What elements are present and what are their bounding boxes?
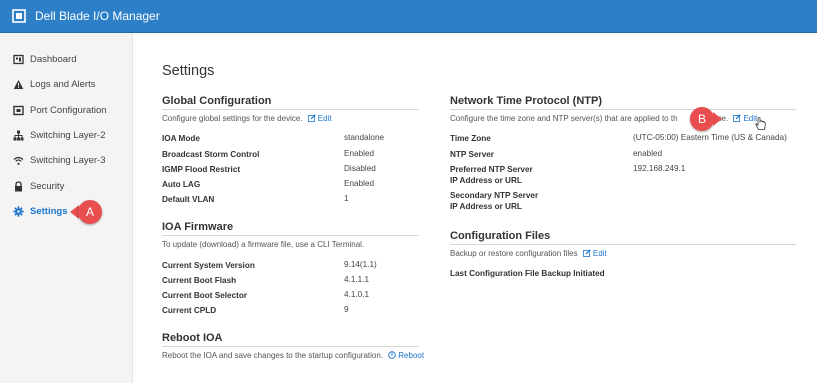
lock-icon [13,180,24,192]
current-boot-selector-value: 4.1.0.1 [344,290,370,299]
sidebar-item-label: Logs and Alerts [30,78,96,90]
secondary-ntp-server-label: Secondary NTP Server IP Address or URL [450,191,539,211]
current-boot-selector-label: Current Boot Selector [162,291,248,300]
firmware-description: To update (download) a firmware file, us… [162,240,365,249]
sidebar-item-switching-layer-3[interactable]: Switching Layer-3 [13,152,106,168]
ntp-heading: Network Time Protocol (NTP) [450,95,602,107]
broadcast-storm-control-value: Enabled [344,149,375,158]
firmware-heading: IOA Firmware [162,221,234,233]
current-cpld-value: 9 [344,305,349,314]
sidebar-item-label: Security [30,180,65,192]
callout-b-pointer [713,112,722,126]
default-vlan-value: 1 [344,194,349,203]
time-zone-label: Time Zone [450,134,491,143]
global-config-edit-link[interactable]: Edit [318,114,332,123]
sidebar-item-label: Port Configuration [30,104,107,116]
pointer-cursor-icon [755,117,766,130]
ioa-mode-value: standalone [344,133,385,142]
config-files-heading: Configuration Files [450,230,551,242]
preferred-ntp-server-label: Preferred NTP Server IP Address or URL [450,165,533,185]
sidebar-item-dashboard[interactable]: Dashboard [13,51,76,67]
firmware-divider [162,235,419,236]
network-icon [13,130,24,141]
page-title: Settings [162,63,215,79]
last-backup-label: Last Configuration File Backup Initiated [450,269,605,278]
config-files-description: Backup or restore configuration files Ed… [450,249,607,258]
config-files-divider [450,244,796,245]
default-vlan-label: Default VLAN [162,195,215,204]
ntp-server-label: NTP Server [450,150,494,159]
wifi-icon [13,155,24,166]
igmp-flood-restrict-label: IGMP Flood Restrict [162,165,241,174]
port-icon [13,105,24,116]
broadcast-storm-control-label: Broadcast Storm Control [162,150,260,159]
reboot-link[interactable]: Reboot [398,351,424,360]
preferred-ntp-server-value: 192.168.249.1 [633,164,686,173]
reboot-heading: Reboot IOA [162,332,223,344]
edit-icon[interactable] [307,114,316,122]
settings-content: Settings Global Configuration Configure … [133,33,817,383]
sidebar-item-label: Dashboard [30,53,77,65]
reboot-description: Reboot the IOA and save changes to the s… [162,351,425,360]
sidebar-item-settings[interactable]: Settings [13,203,67,219]
edit-icon[interactable] [733,114,742,122]
time-zone-value: (UTC-05:00) Eastern Time (US & Canada) [633,133,787,142]
current-boot-flash-value: 4.1.1.1 [344,275,370,284]
app-title: Dell Blade I/O Manager [35,9,160,23]
current-cpld-label: Current CPLD [162,306,217,315]
callout-a-badge: A [78,200,102,224]
gear-icon [13,205,24,217]
auto-lag-label: Auto LAG [162,180,201,189]
global-config-divider [162,109,419,110]
reboot-divider [162,346,419,347]
config-files-edit-link[interactable]: Edit [593,249,607,258]
current-system-version-label: Current System Version [162,261,255,270]
sidebar-item-logs-and-alerts[interactable]: Logs and Alerts [13,76,96,92]
alert-icon [13,79,24,90]
auto-lag-value: Enabled [344,179,375,188]
callout-b-badge: B [690,107,714,131]
blade-logo-icon [12,9,26,23]
current-system-version-value: 9.14(1.1) [344,260,377,269]
sidebar-item-port-configuration[interactable]: Port Configuration [13,102,107,118]
ntp-server-value: enabled [633,149,663,158]
ntp-divider [450,109,796,110]
reboot-icon[interactable] [388,351,397,359]
ioa-mode-label: IOA Mode [162,134,200,143]
app-header: Dell Blade I/O Manager [0,0,817,33]
global-config-heading: Global Configuration [162,95,272,107]
sidebar-item-label: Switching Layer-2 [30,129,106,141]
sidebar-item-switching-layer-2[interactable]: Switching Layer-2 [13,127,106,143]
dashboard-icon [13,54,24,65]
edit-icon[interactable] [582,249,591,257]
sidebar-item-label: Settings [30,205,68,217]
current-boot-flash-label: Current Boot Flash [162,276,237,285]
sidebar-item-security[interactable]: Security [13,178,64,194]
igmp-flood-restrict-value: Disabled [344,164,376,173]
sidebar-item-label: Switching Layer-3 [30,154,106,166]
global-config-description: Configure global settings for the device… [162,114,332,123]
sidebar: Dashboard Logs and Alerts Port Configura… [0,33,133,383]
